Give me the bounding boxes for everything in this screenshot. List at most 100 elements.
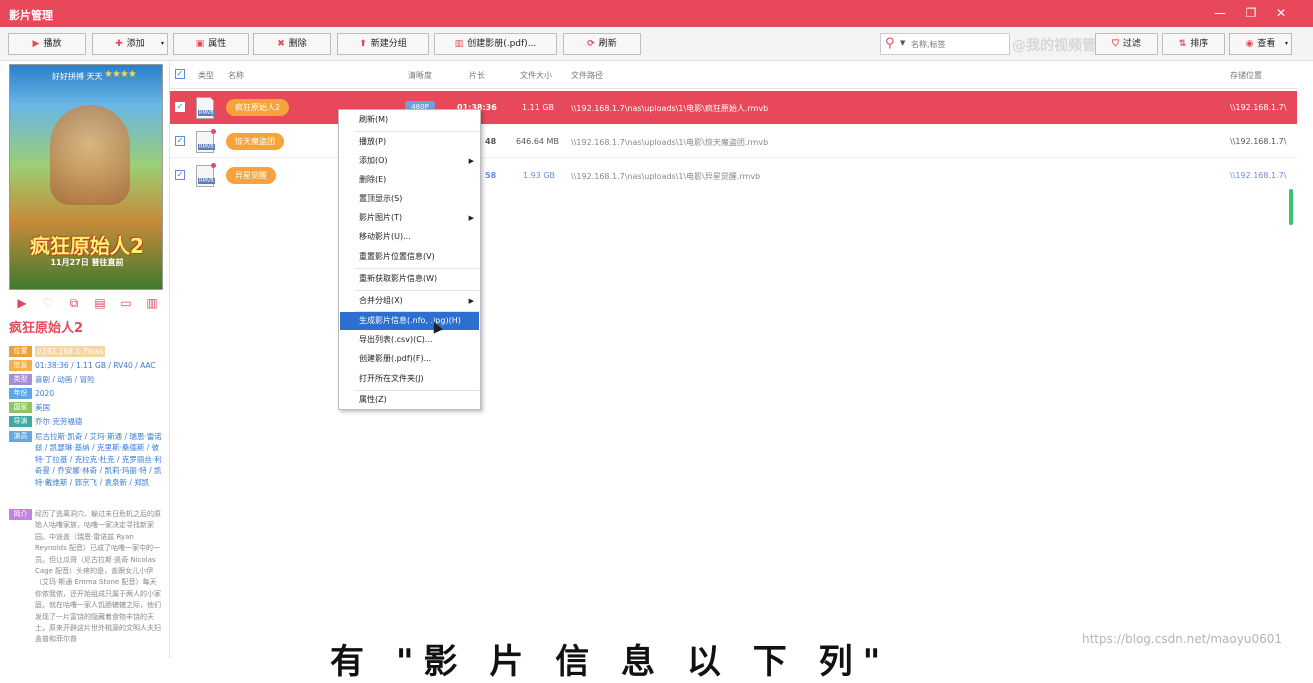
submenu-arrow-icon: ▶ [468,157,474,165]
poster-tagline: 好好拼搏 天天 [52,72,103,81]
size-cell: 1.93 GB [523,171,556,180]
filter-button[interactable]: ⛉ 过滤 [1095,33,1158,55]
trash-icon[interactable]: ▥ [144,295,160,311]
movie-name-tag[interactable]: 疯狂原始人2 [226,99,290,116]
menu-item-pin[interactable]: 置顶显示(S) [340,190,479,208]
refresh-label: 刷新 [598,39,617,49]
add-button[interactable]: ✚ 添加 ▾ [92,33,168,55]
movie-name-tag[interactable]: 惊天魔盗团 [226,133,284,150]
path-cell: \\192.168.1.7\nas\uploads\1\电影\惊天魔盗团.rmv… [571,138,769,147]
upload-icon: ⬆ [359,39,367,49]
menu-item-refresh[interactable]: 刷新(M) [340,111,479,129]
size-cell: 646.64 MB [516,137,559,146]
search-dropdown-icon[interactable]: ▼ [900,39,905,47]
movie-name-tag[interactable]: 异星觉醒 [226,167,276,184]
info-value: 01:38:36 / 1.11 GB / RV40 / AAC [35,361,156,370]
info-value: 喜剧 / 动画 / 冒险 [35,375,95,384]
caption-text: 有 "影 片 信 息 以 下 列" [330,642,891,682]
menu-item-delete[interactable]: 删除(E) [340,171,479,189]
duration-cell: 58 [485,171,497,180]
menu-item-generate-nfo[interactable]: 生成影片信息(.nfo, .jpg)(H) [340,312,479,330]
create-pdf-button[interactable]: ▥ 创建影册(.pdf)... [434,33,557,55]
header-location[interactable]: 存储位置 [1230,70,1262,81]
view-chevron-icon[interactable]: ▾ [1285,34,1288,54]
app-title: 影片管理 [9,9,53,22]
properties-button[interactable]: ▣ 属性 [173,33,249,55]
info-label: 信息 [9,360,32,371]
search-box[interactable]: ⚲ ▼ [880,33,1010,55]
menu-item-refetch-info[interactable]: 重新获取影片信息(W) [340,270,479,288]
submenu-arrow-icon: ▶ [468,297,474,305]
row-checkbox[interactable]: ✓ [175,136,185,146]
row-checkbox[interactable]: ✓ [175,102,185,112]
row-checkbox[interactable]: ✓ [175,170,185,180]
select-all-checkbox[interactable]: ✓ [175,69,185,79]
movie-poster[interactable]: 好好拼搏 天天 ★★★★ 疯狂原始人2 11月27日 普往直前 [9,64,163,290]
header-size[interactable]: 文件大小 [520,70,552,81]
view-label: 查看 [1257,39,1276,49]
play-label: 播放 [43,39,62,49]
chevron-down-icon[interactable]: ▾ [161,34,164,54]
menu-item-properties[interactable]: 属性(Z) [340,391,479,409]
path-cell: \\192.168.1.7\nas\uploads\1\电影\异星觉醒.rmvb [571,172,761,181]
watermark-url: https://blog.csdn.net/maoyu0601 [1082,632,1282,646]
info-label: 类型 [9,374,32,385]
menu-item-play[interactable]: 播放(P) [340,133,479,151]
menu-item-add[interactable]: 添加(O) ▶ [340,152,479,170]
menu-item-move[interactable]: 移动影片(U)... [340,228,479,246]
header-type[interactable]: 类型 [198,70,214,81]
restore-icon[interactable]: ❐ [1240,4,1262,22]
rmvb-file-icon: RMVB [196,163,216,187]
filter-label: 过滤 [1122,39,1141,49]
delete-icon: ✖ [277,39,285,49]
header-duration[interactable]: 片长 [469,70,485,81]
new-group-label: 新建分组 [370,39,407,49]
minimize-icon[interactable]: — [1209,4,1231,22]
info-label: 国家 [9,402,32,413]
close-icon[interactable]: ✕ [1270,4,1292,22]
share-icon[interactable]: ⧉ [66,295,82,311]
info-value: 美国 [35,403,50,412]
location-cell: \\192.168.1.7\ [1230,171,1287,180]
menu-item-open-folder[interactable]: 打开所在文件夹(J) [340,370,479,388]
header-path[interactable]: 文件路径 [571,70,603,81]
menu-item-export-csv[interactable]: 导出列表(.csv)(C)... [340,331,479,349]
play-icon: ▶ [32,39,40,49]
menu-separator [355,268,479,269]
play-video-icon[interactable]: ▶ [14,295,30,311]
synopsis-text: 经历了逃离洞穴、躲过末日危机之后的原始人咕噜家族，咕噜一家决定寻找新家园。中途盖… [35,510,161,644]
menu-separator [355,290,479,291]
menu-separator [355,131,479,132]
menu-item-create-pdf[interactable]: 创建影册(.pdf)(F)... [340,350,479,368]
folder-icon[interactable]: ▭ [118,295,134,311]
sort-button[interactable]: ⇅ 排序 [1162,33,1225,55]
size-cell: 1.11 GB [522,103,555,112]
vertical-scrollbar[interactable] [1289,189,1293,225]
title-bar: 影片管理 — ❐ ✕ [0,0,1313,27]
poster-title: 疯狂原始人2 [30,234,144,258]
refresh-button[interactable]: ⟳ 刷新 [563,33,641,55]
view-button[interactable]: ◉ 查看 ▾ [1229,33,1292,55]
menu-item-reset-location[interactable]: 重置影片位置信息(V) [340,248,479,266]
poster-date: 11月27日 普往直前 [50,258,124,267]
heart-icon[interactable]: ♡ [40,295,56,311]
location-cell: \\192.168.1.7\ [1230,137,1287,146]
menu-item-merge-group[interactable]: 合并分组(X) ▶ [340,292,479,310]
table-header: ✓ 类型 名称 清晰度 片长 文件大小 文件路径 存储位置 [170,61,1297,89]
poster-actions: ▶ ♡ ⧉ ▤ ▭ ▥ [12,295,162,311]
header-definition[interactable]: 清晰度 [408,70,432,81]
new-group-button[interactable]: ⬆ 新建分组 [337,33,429,55]
sort-icon: ⇅ [1178,39,1187,49]
search-icon: ⚲ [885,36,895,51]
context-menu: 刷新(M) 播放(P) 添加(O) ▶ 删除(E) 置顶显示(S) 影片图片(T)… [338,109,481,410]
header-name[interactable]: 名称 [228,70,244,81]
toolbar: ▶ 播放 ✚ 添加 ▾ ▣ 属性 ✖ 删除 ⬆ 新建分组 ▥ 创建影册(.pdf)... ⟳… [0,27,1313,61]
menu-item-images[interactable]: 影片图片(T) ▶ [340,209,479,227]
play-button[interactable]: ▶ 播放 [8,33,86,55]
info-value: 尼古拉斯·凯奇 / 艾玛·斯通 / 瑞恩·雷诺兹 / 凯瑟琳·基纳 / 克里斯·… [35,432,162,487]
path-cell: \\192.168.1.7\nas\uploads\1\电影\疯狂原始人.rmv… [571,104,769,113]
search-input[interactable] [911,37,1006,52]
delete-label: 删除 [288,39,307,49]
document-icon[interactable]: ▤ [92,295,108,311]
delete-button[interactable]: ✖ 删除 [253,33,331,55]
